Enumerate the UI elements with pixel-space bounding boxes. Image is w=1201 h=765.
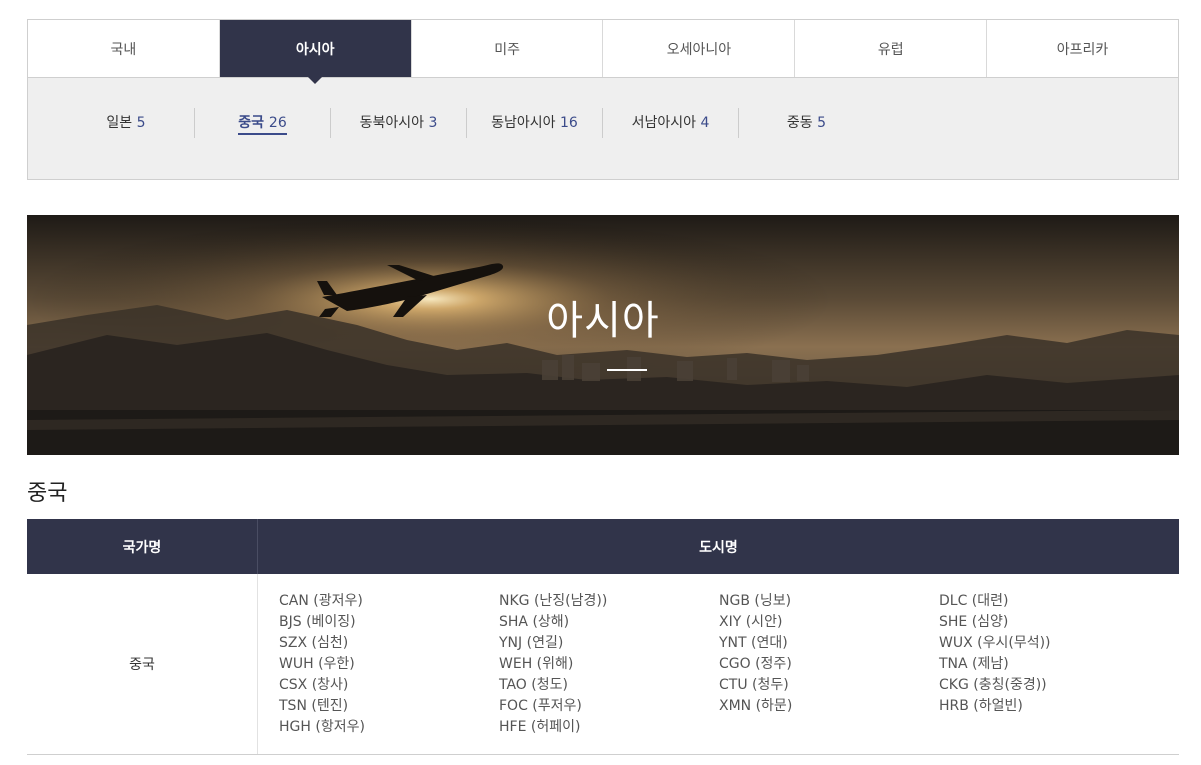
city-item: YNT (연대) <box>719 635 788 651</box>
banner-divider <box>607 369 647 371</box>
city-item: NKG (난징(남경)) <box>499 593 608 609</box>
city-table: 국가명 도시명 중국 CAN (광저우) BJS (베이징) SZX (심천) … <box>27 519 1179 755</box>
city-item: CAN (광저우) <box>279 593 363 609</box>
city-item: BJS (베이징) <box>279 614 356 630</box>
city-item: XIY (시안) <box>719 614 783 630</box>
subtab-japan[interactable]: 일본 5 <box>58 108 194 138</box>
subtab-label: 일본 <box>106 115 133 131</box>
header-city: 도시명 <box>699 539 738 556</box>
banner-title: 아시아 <box>546 298 660 344</box>
tab-domestic[interactable]: 국내 <box>28 20 219 77</box>
city-item: CSX (창사) <box>279 677 349 693</box>
region-banner: 아시아 <box>27 215 1179 455</box>
tab-oceania[interactable]: 오세아니아 <box>602 20 794 77</box>
subtab-label: 서남아시아 <box>631 115 697 131</box>
city-item: SHE (심양) <box>939 614 1009 630</box>
subtab-count: 4 <box>700 115 710 131</box>
subtab-southeast-asia[interactable]: 동남아시아 16 <box>466 108 602 138</box>
city-item: HGH (항저우) <box>279 719 365 735</box>
country-cell: 중국 <box>27 574 258 754</box>
subtab-middle-east[interactable]: 중동 5 <box>738 108 874 138</box>
city-item: HRB (하얼빈) <box>939 698 1023 714</box>
table-row: 중국 CAN (광저우) BJS (베이징) SZX (심천) WUH (우한)… <box>27 574 1179 755</box>
city-item: TSN (텐진) <box>279 698 349 714</box>
city-item: WUX (우시(무석)) <box>939 635 1051 651</box>
city-item: TNA (제남) <box>939 656 1009 672</box>
city-item: WEH (위해) <box>499 656 574 672</box>
city-item: CKG (충칭(중경)) <box>939 677 1047 693</box>
subtab-label: 동북아시아 <box>359 115 425 131</box>
city-column: DLC (대련) SHE (심양) WUX (우시(무석)) TNA (제남) … <box>939 591 1159 754</box>
header-country: 국가명 <box>27 519 258 574</box>
subtab-count: 5 <box>136 115 146 131</box>
city-column: NKG (난징(남경)) SHA (상해) YNJ (연길) WEH (위해) … <box>499 591 719 754</box>
city-item: XMN (하문) <box>719 698 793 714</box>
city-item: TAO (청도) <box>499 677 568 693</box>
subtab-count: 5 <box>817 115 827 131</box>
tab-africa[interactable]: 아프리카 <box>986 20 1178 77</box>
region-tabs: 국내 아시아 미주 오세아니아 유럽 아프리카 <box>27 19 1179 84</box>
city-column: NGB (닝보) XIY (시안) YNT (연대) CGO (정주) CTU … <box>719 591 939 754</box>
city-item: FOC (푸저우) <box>499 698 582 714</box>
city-item: CTU (청두) <box>719 677 789 693</box>
tab-asia[interactable]: 아시아 <box>218 20 411 84</box>
city-column: CAN (광저우) BJS (베이징) SZX (심천) WUH (우한) CS… <box>279 591 499 754</box>
subtab-china[interactable]: 중국 26 <box>194 108 330 138</box>
subtab-southwest-asia[interactable]: 서남아시아 4 <box>602 108 738 138</box>
subtab-northeast-asia[interactable]: 동북아시아 3 <box>330 108 466 138</box>
city-cell: CAN (광저우) BJS (베이징) SZX (심천) WUH (우한) CS… <box>258 574 1179 754</box>
city-item: WUH (우한) <box>279 656 355 672</box>
tab-americas[interactable]: 미주 <box>410 20 603 77</box>
city-item: SZX (심천) <box>279 635 349 651</box>
table-header: 국가명 도시명 <box>27 519 1179 574</box>
subtab-label: 중국 <box>238 115 265 131</box>
section-title: 중국 <box>27 481 68 506</box>
city-item: HFE (허페이) <box>499 719 581 735</box>
subtab-label: 중동 <box>786 115 813 131</box>
page-content: 국내 아시아 미주 오세아니아 유럽 아프리카 일본 5 중국 26 동북아시아… <box>27 19 1179 755</box>
city-item: NGB (닝보) <box>719 593 792 609</box>
subtab-count: 16 <box>560 115 578 131</box>
city-item: CGO (정주) <box>719 656 792 672</box>
tab-europe[interactable]: 유럽 <box>794 20 986 77</box>
subtab-label: 동남아시아 <box>491 115 556 131</box>
city-item: SHA (상해) <box>499 614 570 630</box>
country-subtabs: 일본 5 중국 26 동북아시아 3 동남아시아 16 서남아시아 4 중동 5 <box>27 78 1179 180</box>
subtab-count: 26 <box>268 115 287 131</box>
subtab-count: 3 <box>428 115 438 131</box>
city-item: DLC (대련) <box>939 593 1009 609</box>
city-item: YNJ (연길) <box>499 635 564 651</box>
